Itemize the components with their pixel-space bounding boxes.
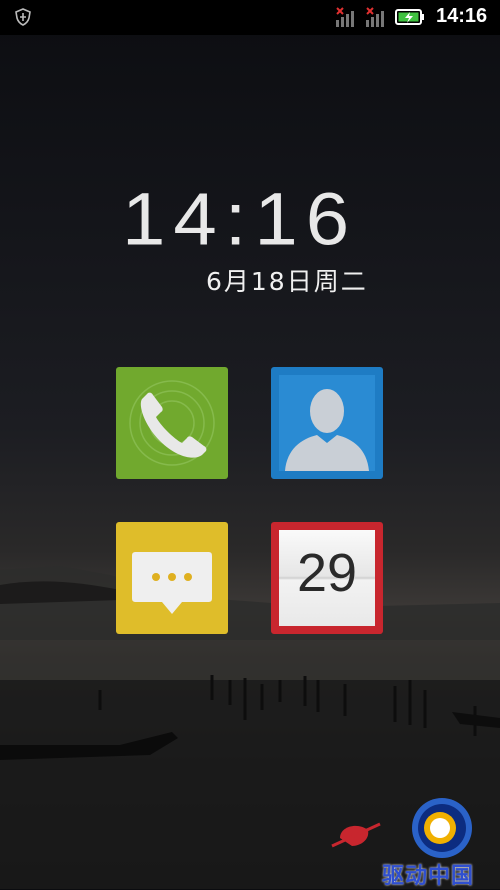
- calendar-tile[interactable]: 29: [271, 522, 383, 634]
- status-time: 14:16: [436, 5, 488, 27]
- signal-icon: [336, 7, 354, 27]
- shield-icon: [15, 8, 31, 26]
- lockscreen-clock: 14:16: [122, 177, 358, 261]
- signal-icon: [366, 7, 384, 27]
- status-bar: 14:16: [0, 0, 500, 35]
- watermark-text: 驱动中国: [382, 864, 475, 889]
- phone-icon: [129, 380, 215, 466]
- calendar-day: 29: [296, 543, 358, 603]
- chat-bubble-icon: [132, 552, 212, 614]
- lockscreen-wallpaper: [0, 0, 500, 889]
- lake-scene: [0, 566, 500, 889]
- messages-tile[interactable]: [116, 522, 228, 634]
- person-icon: [279, 375, 375, 471]
- contacts-tile[interactable]: [271, 367, 383, 479]
- battery-charging-icon: [395, 9, 424, 25]
- lockscreen-date: 6月18日周二: [206, 267, 368, 296]
- phone-tile[interactable]: [116, 367, 228, 479]
